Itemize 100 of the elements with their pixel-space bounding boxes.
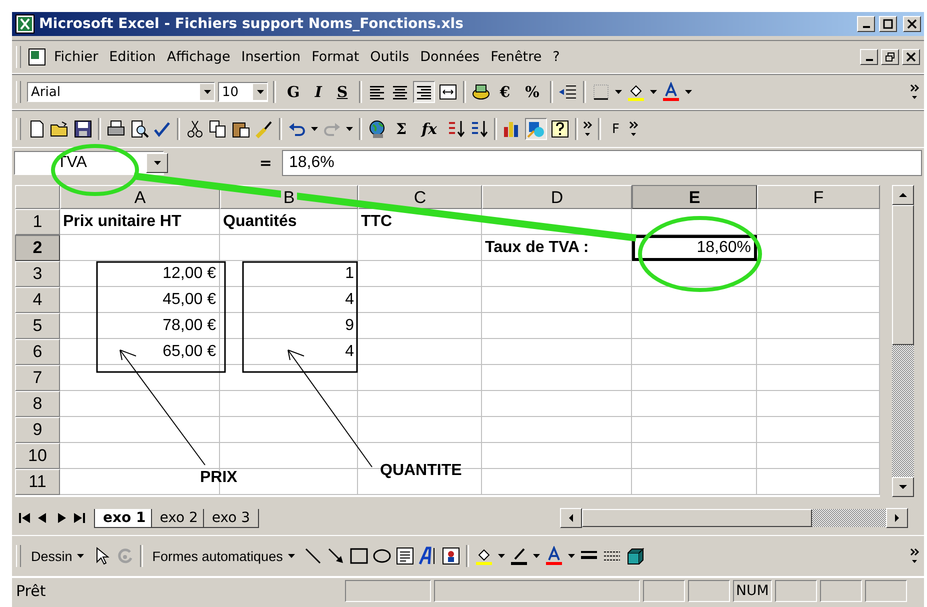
caret-icon[interactable] — [286, 552, 296, 560]
line-color-icon[interactable] — [508, 546, 529, 566]
column-header[interactable]: A — [60, 185, 220, 209]
scroll-left-button[interactable] — [560, 508, 582, 528]
line-tool-icon[interactable] — [302, 546, 323, 566]
row-header[interactable]: 10 — [15, 443, 60, 469]
chevron-icon[interactable] — [628, 121, 638, 137]
font-size-dropdown[interactable]: 10 — [218, 82, 268, 102]
select-all-corner[interactable] — [15, 185, 60, 209]
menu-item[interactable]: Données — [416, 47, 484, 67]
caret-icon[interactable] — [496, 552, 506, 560]
currency-icon[interactable] — [470, 82, 491, 102]
paintbrush-icon[interactable] — [254, 119, 274, 139]
open-folder-icon[interactable] — [50, 119, 70, 139]
menu-item[interactable]: Affichage — [162, 47, 234, 67]
annotation-label: QUANTITE — [380, 462, 462, 480]
caret-icon[interactable] — [256, 88, 264, 96]
close-button[interactable] — [903, 16, 921, 32]
scrollbar-thumb[interactable] — [892, 205, 914, 345]
scroll-up-button[interactable] — [892, 185, 914, 205]
row-header[interactable]: 5 — [15, 313, 60, 339]
menu-item[interactable]: Fenêtre — [486, 47, 546, 67]
row-header[interactable]: 8 — [15, 391, 60, 417]
arrow-tool-icon[interactable] — [326, 546, 346, 566]
minimize-button[interactable] — [860, 49, 878, 65]
euro-button[interactable]: € — [494, 83, 516, 101]
chevron-icon[interactable] — [910, 548, 920, 564]
minimize-button[interactable] — [857, 16, 875, 32]
minimize-icon — [866, 59, 872, 61]
close-button[interactable] — [902, 49, 920, 65]
column-header[interactable]: D — [482, 185, 632, 209]
row-header[interactable]: 3 — [15, 261, 60, 287]
maximize-button[interactable] — [879, 16, 897, 32]
table-cell: 12,00 € — [60, 261, 220, 287]
borders-icon[interactable] — [591, 82, 612, 102]
scrollbar-thumb[interactable] — [582, 509, 812, 527]
restore-icon — [885, 52, 895, 62]
sort-ascending-icon[interactable] — [446, 119, 466, 139]
caret-icon[interactable] — [532, 552, 541, 560]
menu-item[interactable]: ? — [548, 47, 564, 67]
caret-icon[interactable] — [202, 88, 212, 96]
print-preview-icon[interactable] — [129, 119, 149, 139]
percent-button[interactable]: % — [519, 83, 546, 101]
column-header[interactable]: C — [358, 185, 482, 209]
row-header[interactable]: 7 — [15, 365, 60, 391]
row-header[interactable]: 1 — [15, 209, 60, 235]
clip-art-icon[interactable] — [440, 546, 461, 566]
row-header[interactable]: 6 — [15, 339, 60, 365]
font-color-icon[interactable] — [661, 82, 682, 102]
sort-descending-icon[interactable] — [469, 119, 490, 139]
font-color-icon[interactable] — [544, 546, 564, 566]
scissors-icon[interactable] — [185, 119, 205, 139]
caret-icon[interactable] — [649, 88, 658, 96]
formula-field[interactable]: 18,6% — [282, 150, 922, 176]
rectangle-tool-icon[interactable] — [348, 546, 369, 566]
bold-button[interactable]: G — [281, 83, 306, 101]
merge-center-icon[interactable] — [438, 82, 458, 102]
row-header[interactable]: 4 — [15, 287, 60, 313]
chevron-icon[interactable] — [910, 84, 920, 100]
scroll-down-button[interactable] — [892, 477, 914, 497]
autosum-button[interactable]: Σ — [390, 120, 413, 138]
drawing-tools-icon[interactable] — [526, 119, 546, 139]
menu-item[interactable]: Edition — [105, 47, 160, 67]
function-button[interactable]: fx — [416, 120, 444, 138]
caret-icon[interactable] — [566, 552, 576, 560]
menu-item[interactable]: Outils — [366, 47, 414, 67]
caret-icon[interactable] — [345, 125, 354, 133]
caret-icon[interactable] — [614, 88, 624, 96]
copy-icon[interactable] — [208, 119, 228, 139]
menu-item[interactable]: Insertion — [237, 47, 305, 67]
table-cell: Prix unitaire HT — [60, 209, 220, 235]
draw-menu-button[interactable]: Dessin — [27, 548, 90, 564]
caret-icon[interactable] — [152, 159, 162, 167]
autoshapes-menu-button[interactable]: Formes automatiques — [148, 548, 300, 564]
row-header[interactable]: 2 — [15, 235, 60, 261]
row-header[interactable]: 9 — [15, 417, 60, 443]
workbook-icon[interactable] — [27, 47, 47, 67]
restore-button[interactable] — [881, 49, 899, 65]
menu-item[interactable]: Fichier — [50, 47, 102, 67]
caret-icon[interactable] — [684, 88, 694, 96]
chevron-icon[interactable] — [583, 121, 594, 137]
name-box-dropdown[interactable] — [146, 153, 168, 173]
column-header[interactable]: E — [632, 185, 757, 209]
underline-button[interactable]: S — [330, 83, 354, 101]
column-header[interactable]: F — [757, 185, 880, 209]
text-box-icon[interactable] — [394, 546, 415, 566]
globe-icon[interactable] — [367, 119, 387, 139]
row-header[interactable]: 11 — [15, 469, 60, 495]
menu-item[interactable]: Format — [308, 47, 364, 67]
caret-icon[interactable] — [76, 552, 86, 560]
save-icon[interactable] — [73, 119, 93, 139]
toolbar-overflow-label[interactable]: F — [606, 122, 626, 136]
help-icon[interactable] — [550, 119, 570, 139]
caret-icon[interactable] — [310, 125, 319, 133]
sheet-tab[interactable]: exo 3 — [202, 508, 260, 528]
up-arrow-icon — [898, 191, 908, 199]
3d-box-icon[interactable] — [624, 546, 645, 566]
italic-button[interactable]: I — [308, 83, 328, 101]
font-dropdown[interactable]: Arial — [27, 82, 215, 102]
scroll-right-button[interactable] — [886, 508, 908, 528]
